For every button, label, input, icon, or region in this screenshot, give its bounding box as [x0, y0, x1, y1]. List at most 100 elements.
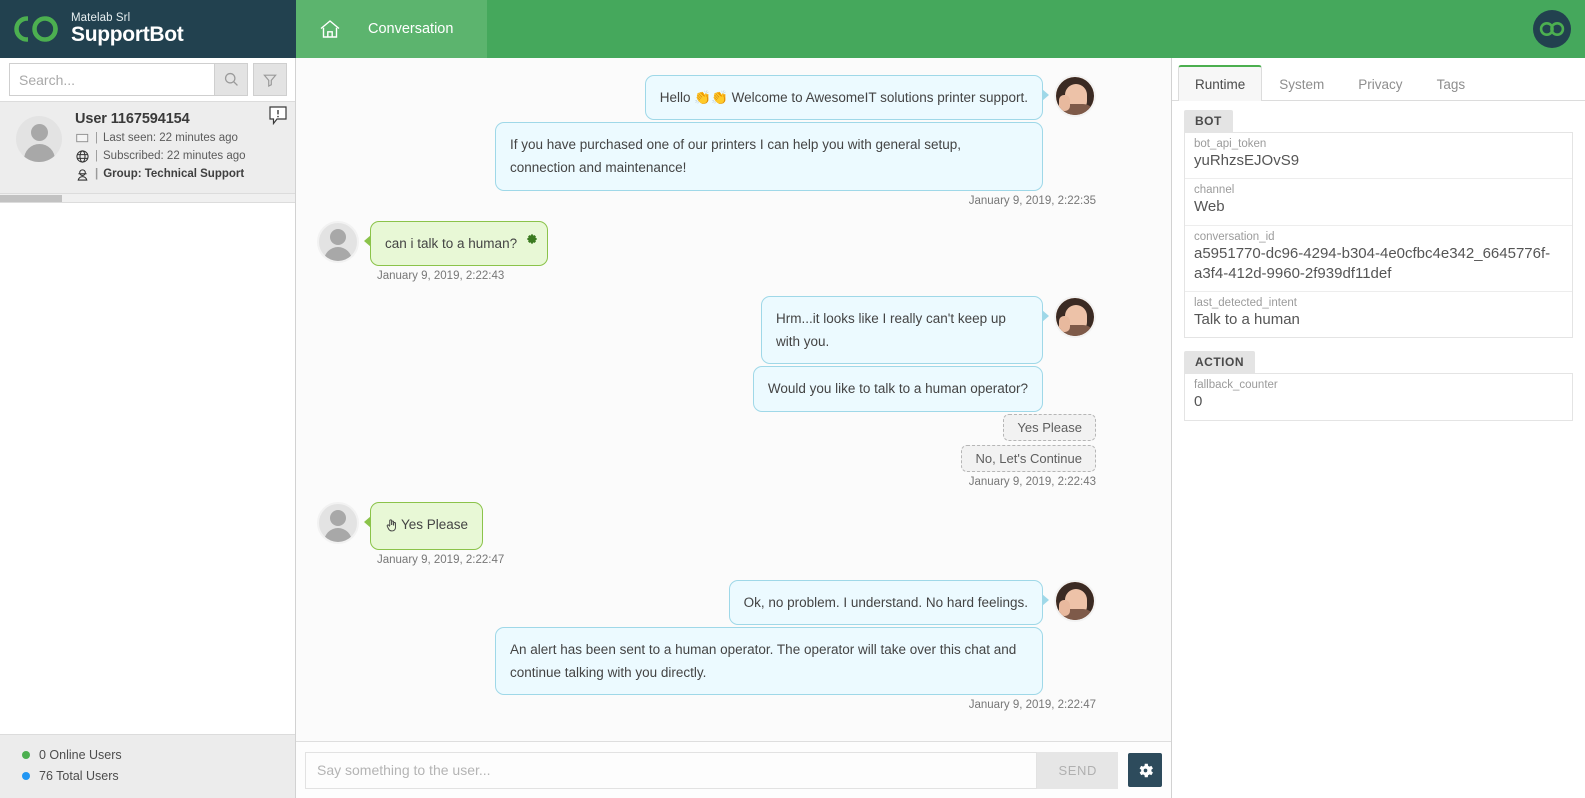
chat-message-row: Yes Please: [317, 501, 1096, 550]
section-header-action: ACTION: [1184, 351, 1255, 374]
search-button[interactable]: [214, 63, 248, 96]
kv-table: fallback_counter 0: [1184, 373, 1573, 421]
message-timestamp: January 9, 2019, 2:22:43: [377, 269, 505, 282]
account-logo-badge[interactable]: [1533, 10, 1571, 48]
tab-system[interactable]: System: [1262, 66, 1341, 101]
app-root: Matelab Srl SupportBot Conversation Sear…: [0, 0, 1585, 798]
brand-area: Matelab Srl SupportBot: [0, 0, 296, 58]
user-name: User 1167594154: [75, 111, 190, 127]
online-users-label: 0 Online Users: [39, 747, 122, 762]
chat-message-row: Would you like to talk to a human operat…: [317, 366, 1096, 412]
bot-message-bubble: Would you like to talk to a human operat…: [752, 366, 1043, 412]
list-item-user[interactable]: User 1167594154 | Last seen: 22 minutes …: [0, 101, 295, 195]
section-header-bot: BOT: [1184, 110, 1233, 132]
pointer-hand-icon: [385, 516, 398, 539]
alert-speech-bubble-icon[interactable]: [269, 106, 287, 126]
details-panel: Runtime System Privacy Tags BOT bot_api_toke…: [1172, 58, 1585, 798]
kv-key: bot_api_token: [1194, 138, 1267, 150]
avatar-user: [317, 220, 359, 263]
filter-button[interactable]: [253, 63, 287, 96]
scrollbar-thumb[interactable]: [0, 195, 62, 203]
user-avatar-icon: [16, 116, 62, 162]
globe-icon: [75, 150, 90, 163]
chat-message-list[interactable]: Hello 👏👏 Welcome to AwesomeIT solutions …: [296, 58, 1171, 741]
quick-reply-row: No, Let's Continue: [317, 444, 1096, 472]
kv-key: channel: [1194, 184, 1235, 197]
chat-message-row: can i talk to a human?: [317, 220, 1096, 266]
user-meta-last-seen-text: Last seen: 22 minutes ago: [103, 132, 238, 144]
tab-runtime[interactable]: Runtime: [1178, 65, 1263, 101]
kv-value: yuRhzsEJOvS9: [1194, 152, 1300, 169]
tab-conversation[interactable]: Conversation: [296, 0, 488, 58]
search-input[interactable]: [9, 63, 214, 96]
kv-row: channel Web: [1185, 179, 1572, 226]
message-text: can i talk to a human?: [385, 235, 518, 251]
avatar-user: [317, 501, 359, 544]
message-text: Hello 👏👏 Welcome to AwesomeIT solutions …: [659, 90, 1028, 105]
chat-message-row: Hello 👏👏 Welcome to AwesomeIT solutions …: [317, 75, 1096, 121]
bot-message-bubble: Hello 👏👏 Welcome to AwesomeIT solutions …: [644, 75, 1050, 121]
chat-message-row: An alert has been sent to a human operat…: [317, 626, 1096, 696]
bot-message-bubble: Ok, no problem. I understand. No hard fe…: [728, 579, 1050, 625]
stat-total-users: 76 Total Users: [22, 766, 295, 787]
message-text: Would you like to talk to a human operat…: [767, 381, 1028, 397]
stat-online-users: 0 Online Users: [22, 745, 295, 766]
sidebar-footer: 0 Online Users 76 Total Users: [0, 733, 295, 798]
chat-panel: Hello 👏👏 Welcome to AwesomeIT solutions …: [296, 58, 1172, 798]
avatar-bot: [1054, 75, 1096, 117]
quick-reply-row: Yes Please: [317, 413, 1096, 441]
message-timestamp: January 9, 2019, 2:22:43: [968, 475, 1096, 488]
tab-conversation-label: Conversation: [368, 21, 454, 37]
online-status-dot: [22, 751, 30, 760]
message-gear-icon[interactable]: [526, 229, 538, 252]
kv-key: fallback_counter: [1194, 379, 1278, 392]
send-button[interactable]: SEND: [1037, 751, 1118, 789]
chat-message-input[interactable]: [305, 751, 1038, 789]
search-row: [0, 58, 295, 101]
sidebar: User 1167594154 | Last seen: 22 minutes …: [0, 58, 296, 798]
details-tabs: Runtime System Privacy Tags: [1172, 58, 1585, 101]
user-meta-subscribed-text: Subscribed: 22 minutes ago: [103, 149, 246, 162]
user-meta-group-text: Group: Technical Support: [103, 167, 245, 180]
kv-value: 0: [1194, 393, 1203, 411]
sidebar-empty-space: [0, 203, 295, 734]
kv-row: fallback_counter 0: [1185, 374, 1572, 419]
chat-message-row: Hrm...it looks like I really can't keep …: [317, 295, 1096, 365]
avatar-bot: [1054, 295, 1096, 338]
quick-reply-button[interactable]: No, Let's Continue: [961, 444, 1096, 472]
avatar-bot: [1054, 579, 1096, 622]
infinity-rings-logo-icon: [14, 15, 60, 43]
kv-row: conversation_id a5951770-dc96-4294-b304-4…: [1185, 226, 1572, 292]
brand-product: SupportBot: [71, 23, 184, 46]
user-list-hscrollbar[interactable]: [0, 194, 295, 204]
message-text: If you have purchased one of our printer…: [510, 137, 962, 176]
bot-message-bubble: An alert has been sent to a human operat…: [495, 626, 1043, 696]
quick-reply-button[interactable]: Yes Please: [1003, 413, 1096, 441]
kv-row: last_detected_intent Talk to a human: [1185, 292, 1572, 337]
total-status-dot: [22, 772, 30, 781]
kv-value: a5951770-dc96-4294-b304-4e0cfbc4e342_664…: [1194, 244, 1551, 282]
user-meta-last-seen: | Last seen: 22 minutes ago: [75, 130, 285, 148]
user-message-bubble: Yes Please: [363, 501, 484, 550]
user-meta-subscribed: | Subscribed: 22 minutes ago: [75, 148, 285, 166]
chat-message-row: Ok, no problem. I understand. No hard fe…: [317, 579, 1096, 625]
kv-key: conversation_id: [1194, 230, 1275, 243]
message-text: Yes Please: [401, 516, 469, 532]
kv-value: Talk to a human: [1194, 311, 1300, 328]
top-bar: Matelab Srl SupportBot Conversation: [0, 0, 1585, 58]
message-timestamp: January 9, 2019, 2:22:47: [968, 699, 1096, 712]
chat-settings-button[interactable]: [1128, 753, 1162, 787]
user-list: User 1167594154 | Last seen: 22 minutes …: [0, 101, 295, 204]
kv-value: Web: [1194, 198, 1225, 216]
chat-input-bar: SEND: [296, 741, 1171, 798]
nav-zone: Conversation: [296, 0, 1585, 58]
user-info: User 1167594154 | Last seen: 22 minutes …: [75, 111, 285, 183]
home-icon: [318, 17, 342, 41]
kv-row: bot_api_token yuRhzsEJOvS9: [1185, 133, 1572, 180]
tab-tags[interactable]: Tags: [1420, 66, 1483, 101]
tab-privacy[interactable]: Privacy: [1341, 66, 1419, 101]
message-text: An alert has been sent to a human operat…: [510, 641, 1017, 681]
details-content: BOT bot_api_token yuRhzsEJOvS9 channel Web co…: [1172, 101, 1585, 434]
kv-key: last_detected_intent: [1194, 297, 1297, 309]
total-users-label: 76 Total Users: [39, 768, 119, 783]
